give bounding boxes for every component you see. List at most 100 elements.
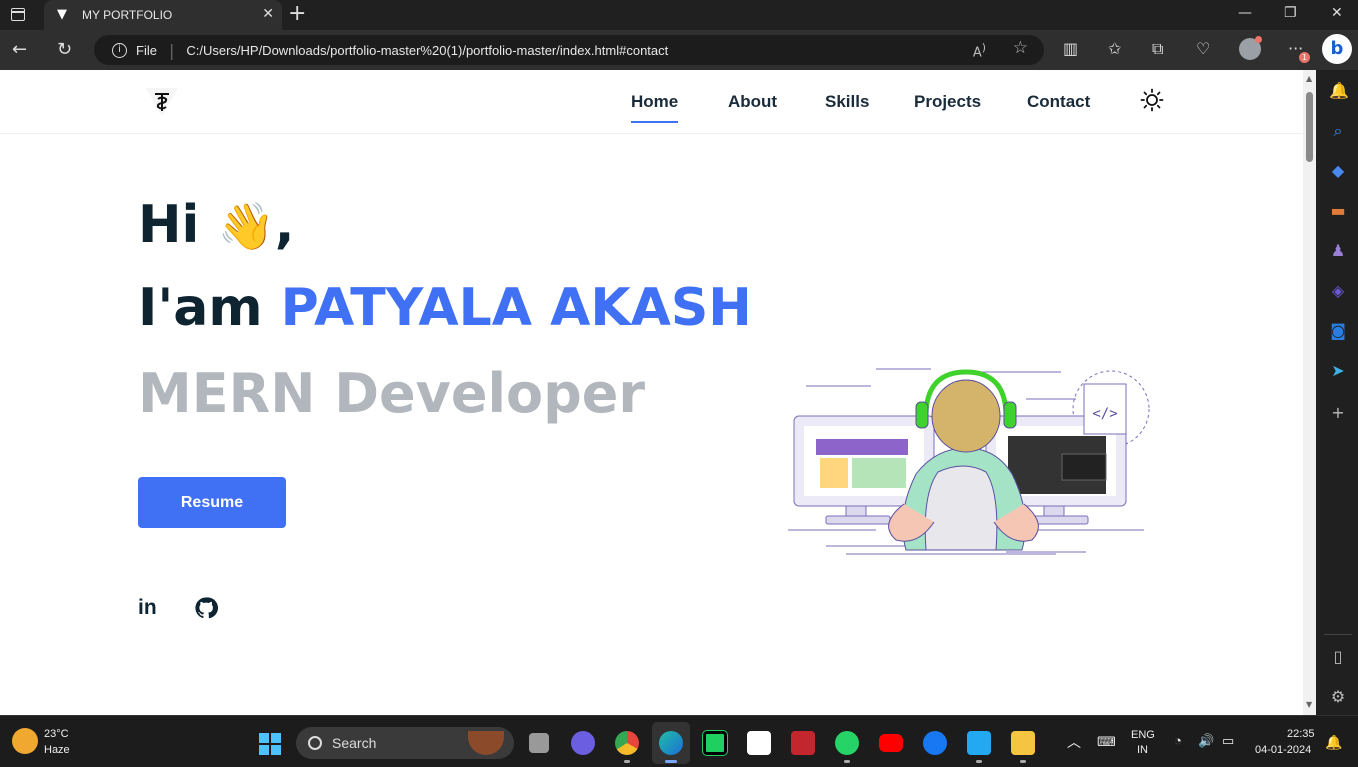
nav-home[interactable]: Home: [631, 92, 679, 123]
m365-icon[interactable]: ◈: [1329, 282, 1347, 300]
developer-illustration: </>: [788, 368, 1150, 555]
volume-icon[interactable]: 🔊: [1198, 733, 1214, 749]
outlook-icon[interactable]: ◙: [1329, 322, 1347, 340]
chrome-running-indicator: [624, 760, 630, 763]
site-logo-icon[interactable]: [144, 84, 180, 120]
nav-contact[interactable]: Contact: [1027, 92, 1090, 112]
language-top[interactable]: ENG: [1131, 729, 1155, 741]
new-tab-button[interactable]: +: [288, 3, 306, 25]
hide-sidebar-icon[interactable]: ▯: [1329, 648, 1347, 666]
temperature[interactable]: 23°C: [44, 728, 69, 740]
page-viewport: Home About Skills Projects Contact Hi 👋,…: [0, 70, 1316, 715]
theme-toggle-sun-icon[interactable]: [1140, 88, 1164, 112]
edge-icon[interactable]: [659, 731, 683, 755]
greeting-comma: ,: [274, 195, 295, 255]
scrollbar-thumb[interactable]: [1306, 92, 1313, 162]
nav-about[interactable]: About: [728, 92, 777, 112]
scheme-label: File: [136, 42, 157, 58]
browser-title-bar: ▼ MY PORTFOLIO ✕ + — ❐ ✕: [0, 0, 1358, 30]
facebook-icon[interactable]: [923, 731, 947, 755]
microsoft-store-icon[interactable]: [747, 731, 771, 755]
page-scrollbar[interactable]: ▲ ▼: [1303, 70, 1316, 715]
bell-icon[interactable]: 🔔: [1329, 82, 1349, 100]
clock-time[interactable]: 22:35: [1287, 728, 1315, 740]
keyboard-icon[interactable]: ⌨: [1097, 734, 1116, 750]
battery-icon[interactable]: ▭: [1222, 733, 1234, 749]
tab-title: MY PORTFOLIO: [82, 8, 173, 22]
portfolio-favicon-icon: ▼: [57, 7, 67, 22]
collections-icon[interactable]: ⧉: [1152, 39, 1163, 59]
add-icon[interactable]: +: [1329, 404, 1347, 422]
browser-essentials-icon[interactable]: ♡: [1196, 39, 1210, 58]
tools-icon[interactable]: ▬: [1329, 202, 1347, 220]
hero-name: PATYALA AKASH: [280, 278, 752, 338]
teams-chat-icon[interactable]: [571, 731, 595, 755]
language-bottom[interactable]: IN: [1137, 744, 1148, 756]
nav-projects[interactable]: Projects: [914, 92, 981, 112]
task-view-icon[interactable]: [529, 733, 549, 753]
vscode-running-indicator: [976, 760, 982, 763]
info-icon[interactable]: i: [112, 42, 127, 58]
vscode-icon[interactable]: [967, 731, 991, 755]
profile-avatar[interactable]: [1239, 36, 1262, 60]
chrome-icon[interactable]: [615, 731, 639, 755]
iam-text: I'am: [138, 278, 263, 338]
pycharm-icon[interactable]: [702, 730, 728, 756]
favorites-icon[interactable]: ✩: [1108, 39, 1121, 58]
clock-date[interactable]: 04-01-2024: [1255, 744, 1311, 756]
whatsapp-running-indicator: [844, 760, 850, 763]
restore-icon[interactable]: ❐: [1284, 5, 1297, 21]
explorer-running-indicator: [1020, 760, 1026, 763]
hero-greeting: Hi 👋,: [138, 195, 295, 255]
settings-gear-icon[interactable]: ⚙: [1329, 688, 1347, 706]
youtube-icon[interactable]: [879, 734, 903, 752]
search-magnifier-icon: [308, 736, 322, 750]
waving-hand-icon: 👋: [217, 199, 275, 253]
copilot-icon[interactable]: b: [1322, 34, 1352, 64]
hero-role: MERN Developer: [138, 362, 645, 425]
edge-active-indicator: [665, 760, 677, 763]
back-icon[interactable]: ←: [12, 39, 27, 60]
read-aloud-icon[interactable]: A): [973, 41, 986, 60]
whatsapp-icon[interactable]: [835, 731, 859, 755]
github-icon[interactable]: [194, 596, 218, 620]
browser-toolbar: ← ↻ i File | C:/Users/HP/Downloads/portf…: [0, 30, 1358, 70]
minimize-icon[interactable]: —: [1238, 5, 1252, 21]
taskbar-search[interactable]: Search: [296, 727, 514, 759]
windows-start-icon[interactable]: [259, 733, 281, 755]
search-icon[interactable]: ⌕: [1329, 122, 1347, 140]
browser-tab[interactable]: ▼ MY PORTFOLIO ✕: [44, 0, 282, 30]
resume-button[interactable]: Resume: [138, 477, 286, 528]
autocad-icon[interactable]: [791, 731, 815, 755]
tab-actions-icon[interactable]: [11, 8, 25, 21]
weather-haze-icon[interactable]: [12, 728, 38, 754]
weather-condition[interactable]: Haze: [44, 744, 70, 756]
split-screen-icon[interactable]: ▥: [1063, 39, 1078, 58]
nav-skills[interactable]: Skills: [825, 92, 869, 112]
refresh-icon[interactable]: ↻: [57, 39, 72, 60]
linkedin-icon[interactable]: in: [138, 596, 162, 620]
site-header: Home About Skills Projects Contact: [0, 70, 1303, 134]
edge-sidebar: 🔔 ⌕ ◆ ▬ ♟ ◈ ◙ ➤ + ▯ ⚙: [1318, 70, 1358, 715]
favorite-star-icon[interactable]: ☆: [1013, 38, 1028, 58]
greeting-text: Hi: [138, 195, 200, 255]
hero-name-line: I'am PATYALA AKASH: [138, 278, 752, 338]
address-separator: |: [168, 40, 175, 60]
tab-close-icon[interactable]: ✕: [262, 6, 274, 22]
games-icon[interactable]: ♟: [1329, 242, 1347, 260]
search-label: Search: [332, 735, 377, 751]
search-highlight-bowl-icon: [468, 731, 504, 755]
scroll-down-icon[interactable]: ▼: [1306, 700, 1312, 709]
close-window-icon[interactable]: ✕: [1331, 5, 1343, 21]
notifications-bell-icon[interactable]: 🔔: [1325, 734, 1342, 751]
tray-overflow-chevron-icon[interactable]: ︿: [1067, 732, 1081, 752]
wifi-icon[interactable]: ◔: [1174, 733, 1182, 748]
scroll-up-icon[interactable]: ▲: [1306, 74, 1312, 83]
file-explorer-icon[interactable]: [1011, 731, 1035, 755]
url-text[interactable]: C:/Users/HP/Downloads/portfolio-master%2…: [186, 43, 668, 58]
code-tag-label: </>: [1092, 406, 1117, 422]
telegram-icon[interactable]: ➤: [1329, 362, 1347, 380]
shopping-tag-icon[interactable]: ◆: [1329, 162, 1347, 180]
notification-badge: 1: [1299, 52, 1310, 63]
address-bar[interactable]: i File | C:/Users/HP/Downloads/portfolio…: [94, 35, 1044, 65]
